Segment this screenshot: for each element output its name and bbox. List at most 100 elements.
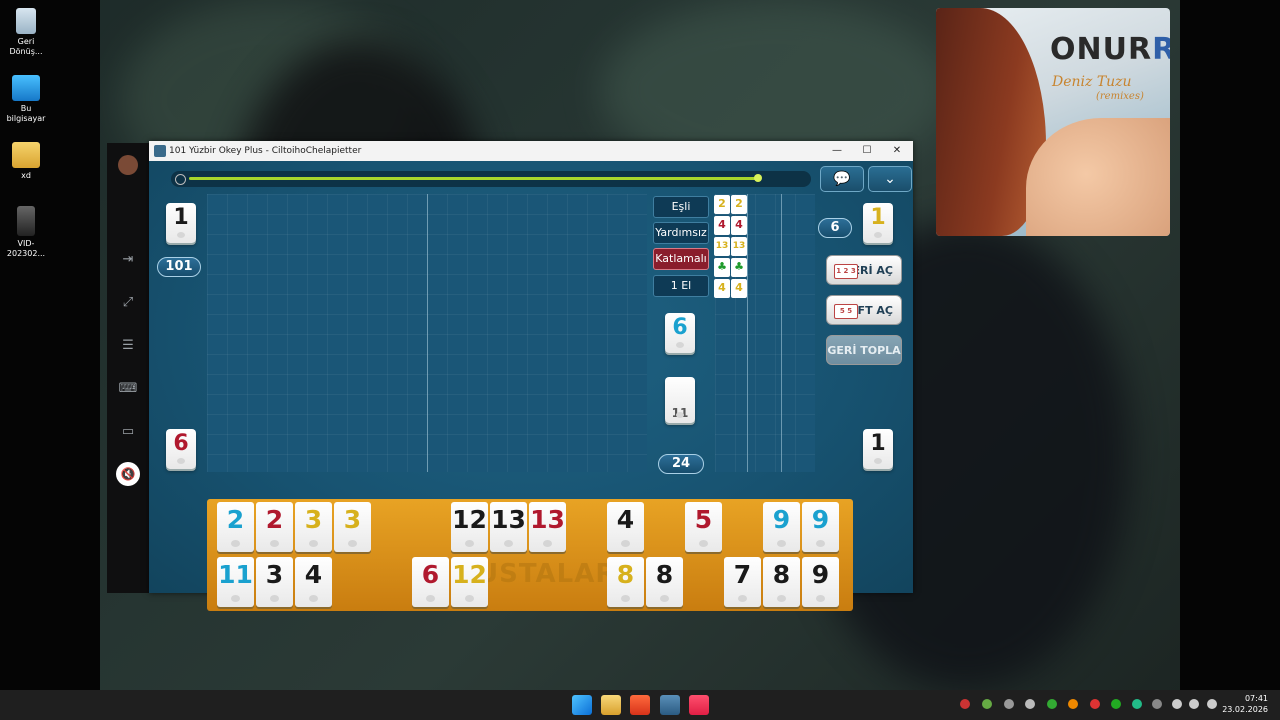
tag-icon[interactable]: ▭: [118, 422, 138, 442]
volume-icon[interactable]: [1189, 699, 1199, 709]
meld-mini-tile: 4: [714, 216, 730, 235]
seri-ac-button[interactable]: 1 2 3 SERİ AÇ: [826, 255, 902, 285]
rack-tile[interactable]: 3: [256, 557, 293, 607]
computer-icon: [12, 75, 40, 101]
run-cards-icon: 1 2 3: [834, 264, 858, 279]
rack-tile[interactable]: 5: [685, 502, 722, 552]
album-subtitle: (remixes): [1096, 91, 1144, 102]
mode-katlamali: Katlamalı: [653, 248, 709, 270]
left-discard-tile[interactable]: 6: [166, 429, 196, 469]
battery-icon[interactable]: [1207, 699, 1217, 709]
rack-tile[interactable]: 13: [529, 502, 566, 552]
rack-tile[interactable]: 8: [607, 557, 644, 607]
rack-tile[interactable]: 4: [295, 557, 332, 607]
geri-topla-button[interactable]: GERİ TOPLA: [826, 335, 902, 365]
video-file-icon: [17, 206, 35, 236]
maximize-button[interactable]: ☐: [852, 141, 882, 161]
turn-timer-bar: [171, 171, 811, 187]
taskbar-clock[interactable]: 07:41 23.02.2026: [1222, 693, 1268, 715]
player-rack[interactable]: USTALAR 2 2 3 3 12 13 13 4 5 9 9 11 3 4 6 12 8 8 7 8 9: [207, 499, 853, 611]
desktop-icon-recycle-bin[interactable]: Geri Dönüş...: [4, 8, 48, 57]
meld-mini-tile: 4: [731, 216, 747, 235]
board-divider: [427, 194, 428, 472]
tray-icon[interactable]: [1025, 699, 1035, 709]
rack-tile[interactable]: 2: [217, 502, 254, 552]
chat-button[interactable]: 💬: [820, 166, 864, 192]
mode-1-el: 1 El: [653, 275, 709, 297]
avatar[interactable]: [118, 155, 138, 175]
pair-cards-icon: 5 5: [834, 304, 858, 319]
now-playing-album-art: ONURR Deniz Tuzu (remixes): [936, 8, 1170, 236]
opponent-count-badge: 6: [818, 218, 852, 238]
minimize-button[interactable]: —: [822, 141, 852, 161]
meld-mini-tile: ♣: [714, 258, 730, 277]
tray-icon[interactable]: [1004, 699, 1014, 709]
folder-icon: [12, 142, 40, 168]
network-icon[interactable]: [1172, 699, 1182, 709]
meld-mini-tile: 2: [714, 195, 730, 214]
browser-icon[interactable]: [630, 695, 650, 715]
game-window: 101 Yüzbir Okey Plus - CiltoihoChelapiet…: [149, 141, 913, 611]
right-player-tile: 1: [863, 203, 893, 243]
rack-tile[interactable]: 9: [763, 502, 800, 552]
tray-icon[interactable]: [1090, 699, 1100, 709]
rack-tile[interactable]: 12: [451, 557, 488, 607]
tray-icon[interactable]: [1132, 699, 1142, 709]
desktop-icon-this-pc[interactable]: Bu bilgisayar: [4, 75, 48, 124]
rack-tile[interactable]: 7: [724, 557, 761, 607]
rack-watermark: USTALAR: [477, 559, 617, 589]
rack-tile[interactable]: 8: [763, 557, 800, 607]
sliders-icon[interactable]: ☰: [118, 336, 138, 356]
close-button[interactable]: ✕: [882, 141, 912, 161]
okey-app-icon[interactable]: [660, 695, 680, 715]
rack-tile[interactable]: 3: [295, 502, 332, 552]
tray-icon[interactable]: [1111, 699, 1121, 709]
rack-tile[interactable]: 6: [412, 557, 449, 607]
game-area: 💬 ⌄ 1 101 6 Eşli Yardımsız Katlamalı 1 E…: [149, 161, 913, 611]
desktop-right-strip: [1180, 0, 1280, 690]
board-divider: [781, 194, 782, 472]
rack-tile[interactable]: 8: [646, 557, 683, 607]
draw-pile-tile[interactable]: 11: [665, 377, 695, 423]
microphone-icon[interactable]: [1152, 699, 1162, 709]
rack-tile[interactable]: 9: [802, 557, 839, 607]
turn-timer-fill: [189, 177, 758, 180]
meld-mini-tile: 13: [714, 237, 730, 256]
clock-icon: [175, 174, 186, 185]
album-artist: ONURR: [1050, 32, 1170, 67]
menu-dropdown-button[interactable]: ⌄: [868, 166, 912, 192]
music-app-icon[interactable]: [689, 695, 709, 715]
meld-mini-tile: 4: [731, 279, 747, 298]
rack-tile[interactable]: 2: [256, 502, 293, 552]
turn-timer-marker: [754, 174, 762, 182]
expand-icon[interactable]: ⤢: [118, 293, 138, 313]
rack-tile[interactable]: 3: [334, 502, 371, 552]
app-icon: [154, 145, 166, 157]
mute-icon[interactable]: 🔇: [116, 462, 140, 486]
rack-tile[interactable]: 9: [802, 502, 839, 552]
file-explorer-icon[interactable]: [601, 695, 621, 715]
cift-ac-button[interactable]: 5 5 ÇİFT AÇ: [826, 295, 902, 325]
desktop-icon-folder-xd[interactable]: xd: [4, 142, 48, 181]
draw-pile-count: 11: [671, 406, 689, 420]
side-toolbar: ⇥ ⤢ ☰ ⌨ ▭: [107, 143, 149, 593]
tray-icon[interactable]: [982, 699, 992, 709]
rack-tile[interactable]: 11: [217, 557, 254, 607]
tray-icon[interactable]: [1047, 699, 1057, 709]
remaining-tiles-badge: 24: [658, 454, 704, 474]
meld-mini-tile: 2: [731, 195, 747, 214]
tray-icon[interactable]: [960, 699, 970, 709]
keyboard-icon[interactable]: ⌨: [118, 379, 138, 399]
taskbar: 07:41 23.02.2026: [0, 690, 1280, 720]
rack-tile[interactable]: 12: [451, 502, 488, 552]
desktop-icon-video[interactable]: VID-202302...: [4, 206, 48, 259]
start-icon[interactable]: [572, 695, 592, 715]
left-player-tile: 1: [166, 203, 196, 243]
rack-tile[interactable]: 4: [607, 502, 644, 552]
exit-icon[interactable]: ⇥: [118, 250, 138, 270]
tray-icon[interactable]: [1068, 699, 1078, 709]
board-divider: [747, 194, 748, 472]
rack-tile[interactable]: 13: [490, 502, 527, 552]
opponent-melds-board: [715, 194, 815, 472]
right-discard-tile[interactable]: 1: [863, 429, 893, 469]
